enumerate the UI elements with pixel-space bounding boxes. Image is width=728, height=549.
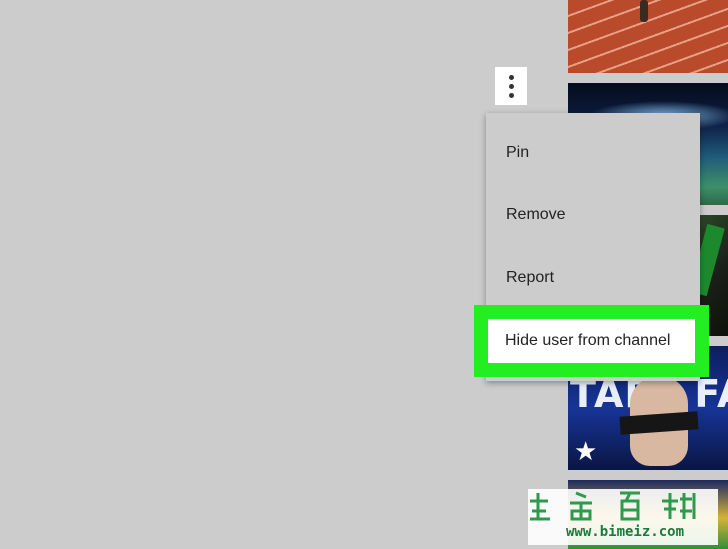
dot [508,83,514,89]
star-icon: ★ [574,436,598,466]
menu-item-hide-user[interactable]: Hide user from channel [488,332,670,350]
runner-figure [640,0,648,22]
menu-item-hide-user-container[interactable]: Hide user from channel [488,319,695,363]
dot [508,74,514,80]
more-vertical-icon[interactable] [495,67,527,105]
video-thumbnail-track[interactable] [568,0,728,73]
watermark-logo [530,491,696,521]
dot [508,92,514,98]
watermark-url: www.bimeiz.com [566,524,685,540]
menu-item-remove[interactable]: Remove [506,206,566,224]
watermark: www.bimeiz.com [528,489,718,545]
menu-item-pin[interactable]: Pin [506,144,529,162]
highlight-frame: Hide user from channel [474,305,709,377]
menu-item-report[interactable]: Report [506,269,554,287]
